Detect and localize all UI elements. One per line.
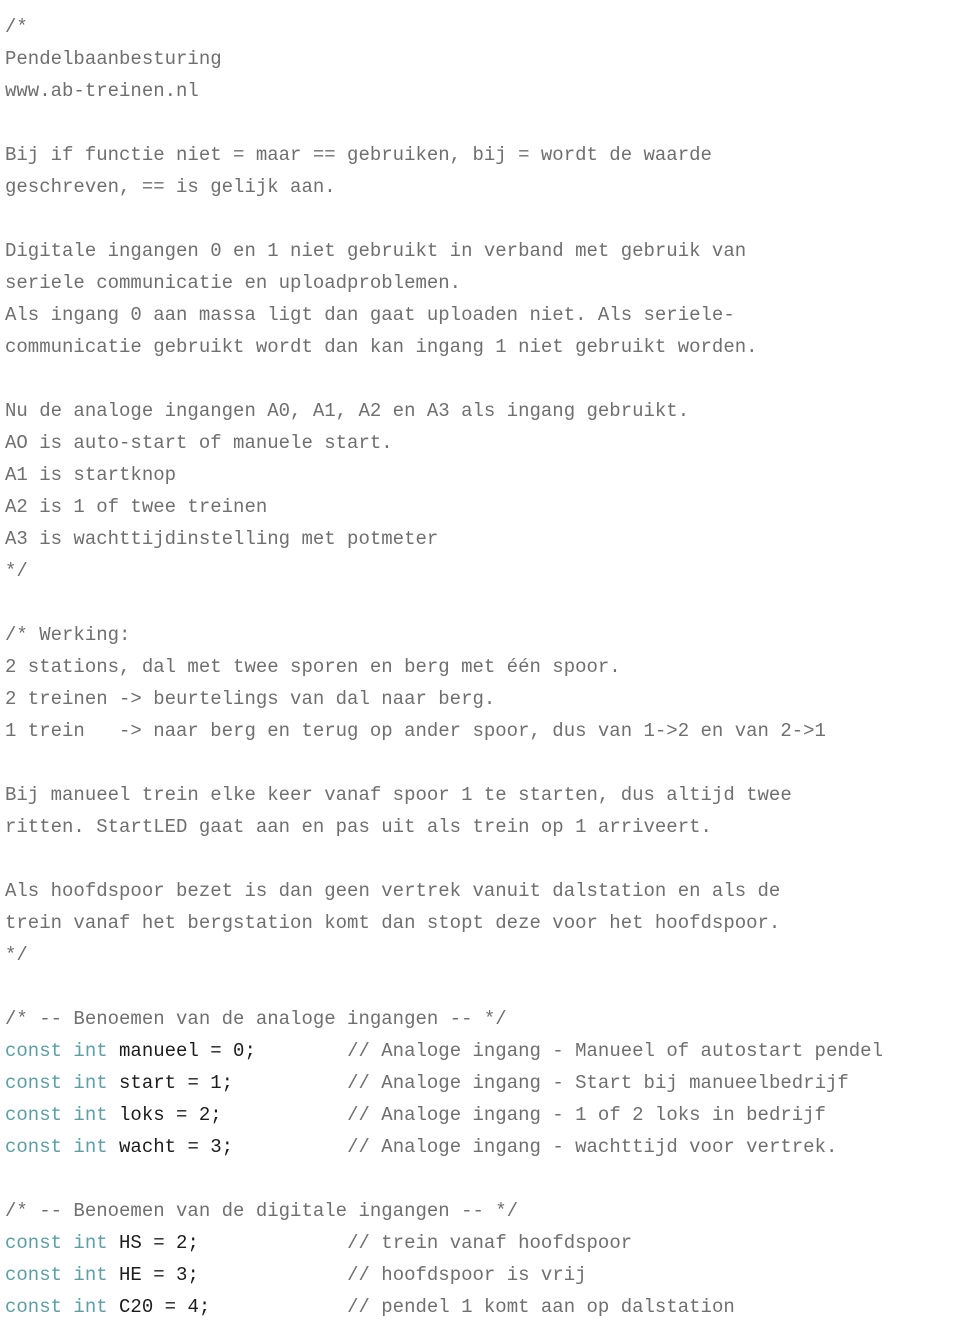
code-line-comment: ritten. StartLED gaat aan en pas uit als… [5,811,960,843]
declaration-assignment: start = 1; [119,1072,234,1094]
comment-text: /* -- Benoemen van de digitale ingangen … [5,1200,519,1222]
code-line-comment: A2 is 1 of twee treinen [5,491,960,523]
declaration-padding [199,1232,347,1254]
comment-text: Digitale ingangen 0 en 1 niet gebruikt i… [5,240,747,262]
code-line-comment: Als ingang 0 aan massa ligt dan gaat upl… [5,299,960,331]
declaration-padding [233,1136,347,1158]
comment-text: */ [5,944,28,966]
trailing-comment: // Analoge ingang - 1 of 2 loks in bedri… [347,1104,826,1126]
code-line-comment: /* -- Benoemen van de digitale ingangen … [5,1195,960,1227]
code-line-declaration: const int wacht = 3; // Analoge ingang -… [5,1131,960,1163]
keyword-const-int: const int [5,1264,120,1286]
code-line-comment: seriele communicatie en uploadproblemen. [5,267,960,299]
declaration-assignment: wacht = 3; [119,1136,234,1158]
code-line-comment: Als hoofdspoor bezet is dan geen vertrek… [5,875,960,907]
code-line-comment: Bij if functie niet = maar == gebruiken,… [5,139,960,171]
comment-text: A2 is 1 of twee treinen [5,496,268,518]
comment-text: seriele communicatie en uploadproblemen. [5,272,462,294]
declaration-padding [256,1040,347,1062]
comment-text: /* Werking: [5,624,131,646]
comment-text: Nu de analoge ingangen A0, A1, A2 en A3 … [5,400,690,422]
declaration-assignment: loks = 2; [119,1104,222,1126]
code-line-declaration: const int HS = 2; // trein vanaf hoofdsp… [5,1227,960,1259]
trailing-comment: // Analoge ingang - Manueel of autostart… [347,1040,883,1062]
keyword-const-int: const int [5,1104,120,1126]
code-line-comment: A1 is startknop [5,459,960,491]
declaration-assignment: HE = 3; [119,1264,199,1286]
code-line-comment: Bij manueel trein elke keer vanaf spoor … [5,779,960,811]
comment-text: 1 trein -> naar berg en terug op ander s… [5,720,826,742]
comment-text: A1 is startknop [5,464,177,486]
code-line-comment: 2 stations, dal met twee sporen en berg … [5,651,960,683]
keyword-const-int: const int [5,1232,120,1254]
keyword-const-int: const int [5,1136,120,1158]
comment-text: Als hoofdspoor bezet is dan geen vertrek… [5,880,781,902]
comment-text: Pendelbaanbesturing [5,48,222,70]
code-line-comment: AO is auto-start of manuele start. [5,427,960,459]
declaration-assignment: manueel = 0; [119,1040,256,1062]
code-line-comment: trein vanaf het bergstation komt dan sto… [5,907,960,939]
comment-text: www.ab-treinen.nl [5,80,199,102]
declaration-assignment: HS = 2; [119,1232,199,1254]
keyword-const-int: const int [5,1072,120,1094]
comment-text: AO is auto-start of manuele start. [5,432,393,454]
trailing-comment: // hoofdspoor is vrij [347,1264,587,1286]
comment-text: Bij if functie niet = maar == gebruiken,… [5,144,712,166]
declaration-padding [210,1296,347,1318]
code-line-comment: Nu de analoge ingangen A0, A1, A2 en A3 … [5,395,960,427]
comment-text: /* -- Benoemen van de analoge ingangen -… [5,1008,507,1030]
trailing-comment: // Analoge ingang - Start bij manueelbed… [347,1072,849,1094]
code-line-declaration: const int HE = 3; // hoofdspoor is vrij [5,1259,960,1291]
code-line-declaration: const int start = 1; // Analoge ingang -… [5,1067,960,1099]
code-line-declaration: const int loks = 2; // Analoge ingang - … [5,1099,960,1131]
declaration-padding [222,1104,347,1126]
comment-text: geschreven, == is gelijk aan. [5,176,336,198]
keyword-const-int: const int [5,1040,120,1062]
declaration-padding [199,1264,347,1286]
comment-text: 2 stations, dal met twee sporen en berg … [5,656,621,678]
code-line-comment: 2 treinen -> beurtelings van dal naar be… [5,683,960,715]
code-listing: /* Pendelbaanbesturing www.ab-treinen.nl B… [0,0,960,1323]
code-line-comment: Pendelbaanbesturing [5,43,960,75]
code-line-comment: /* Werking: [5,619,960,651]
trailing-comment: // pendel 1 komt aan op dalstation [347,1296,735,1318]
code-line-declaration: const int manueel = 0; // Analoge ingang… [5,1035,960,1067]
trailing-comment: // trein vanaf hoofdspoor [347,1232,633,1254]
code-line-comment: A3 is wachttijdinstelling met potmeter [5,523,960,555]
code-line-comment: 1 trein -> naar berg en terug op ander s… [5,715,960,747]
code-line-comment: www.ab-treinen.nl [5,75,960,107]
comment-text: A3 is wachttijdinstelling met potmeter [5,528,439,550]
declaration-padding [233,1072,347,1094]
code-line-comment: */ [5,939,960,971]
comment-text: trein vanaf het bergstation komt dan sto… [5,912,781,934]
code-line-comment: Digitale ingangen 0 en 1 niet gebruikt i… [5,235,960,267]
comment-text: 2 treinen -> beurtelings van dal naar be… [5,688,496,710]
code-line-comment: communicatie gebruikt wordt dan kan inga… [5,331,960,363]
comment-text: */ [5,560,28,582]
code-line-declaration: const int C20 = 4; // pendel 1 komt aan … [5,1291,960,1323]
code-line-comment: /* -- Benoemen van de analoge ingangen -… [5,1003,960,1035]
comment-text: Bij manueel trein elke keer vanaf spoor … [5,784,792,806]
code-line-comment: */ [5,555,960,587]
trailing-comment: // Analoge ingang - wachttijd voor vertr… [347,1136,838,1158]
code-line-comment: /* [5,0,960,43]
keyword-const-int: const int [5,1296,120,1318]
declaration-assignment: C20 = 4; [119,1296,211,1318]
comment-text: /* [5,16,28,38]
code-line-comment: geschreven, == is gelijk aan. [5,171,960,203]
comment-text: communicatie gebruikt wordt dan kan inga… [5,336,758,358]
comment-text: ritten. StartLED gaat aan en pas uit als… [5,816,712,838]
comment-text: Als ingang 0 aan massa ligt dan gaat upl… [5,304,735,326]
